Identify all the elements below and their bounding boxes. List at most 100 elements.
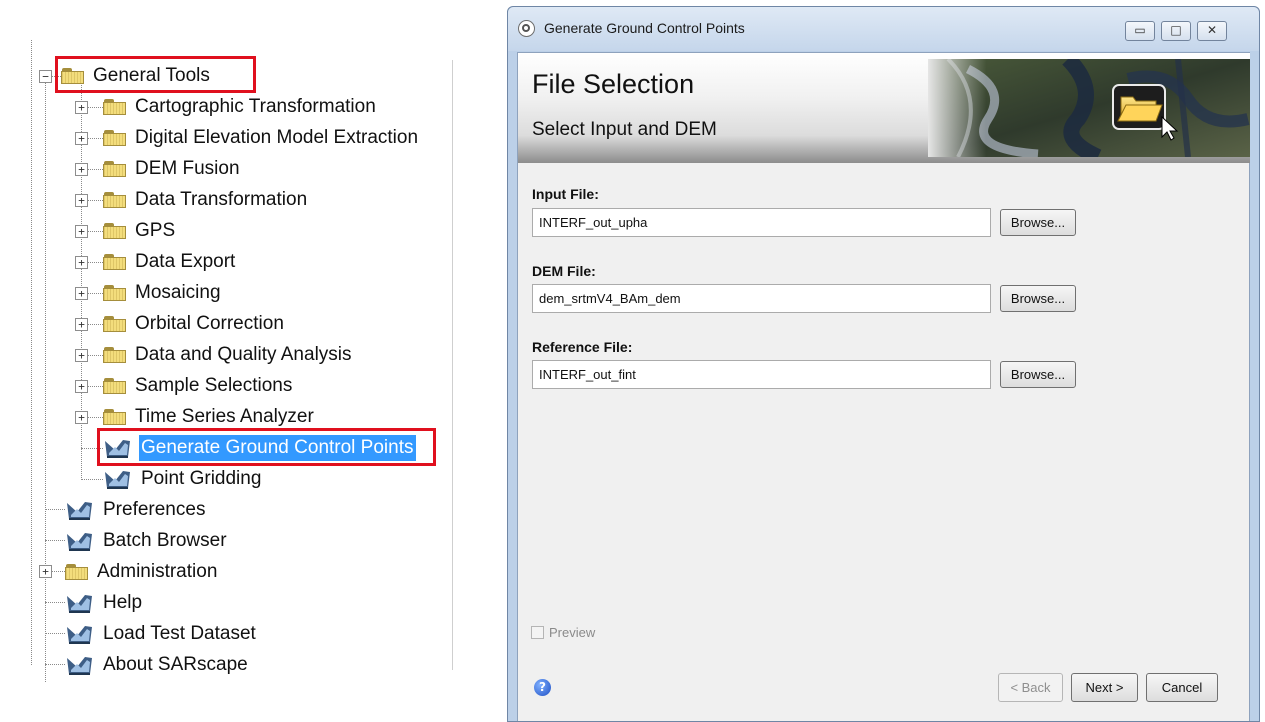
- input-file-label: Input File:: [532, 186, 599, 202]
- tool-icon: [67, 626, 92, 644]
- folder-icon: [103, 98, 127, 116]
- tree-item-label: Data Export: [135, 251, 236, 272]
- expand-toggle-administration[interactable]: +: [39, 565, 52, 578]
- tree-item-batch-browser[interactable]: Batch Browser: [65, 527, 229, 555]
- browse-reference-button[interactable]: Browse...: [1000, 361, 1076, 388]
- dem-file-field[interactable]: dem_srtmV4_BAm_dem: [532, 284, 991, 313]
- browse-dem-button[interactable]: Browse...: [1000, 285, 1076, 312]
- tree-connector: [45, 633, 65, 634]
- tool-icon: [67, 502, 92, 520]
- tree-item-mosaicing[interactable]: Mosaicing: [103, 279, 223, 307]
- folder-icon: [103, 315, 127, 333]
- expand-toggle-dem-fusion[interactable]: +: [75, 163, 88, 176]
- tree-item-gps[interactable]: GPS: [103, 217, 177, 245]
- tree-connector: [87, 138, 103, 139]
- tree-connector: [87, 324, 103, 325]
- tree-item-label: Administration: [97, 561, 218, 582]
- tree-connector: [87, 355, 103, 356]
- expand-toggle-dem-extraction[interactable]: +: [75, 132, 88, 145]
- maximize-button[interactable]: □: [1161, 21, 1191, 41]
- expand-toggle-gps[interactable]: +: [75, 225, 88, 238]
- folder-icon: [103, 160, 127, 178]
- folder-icon: [103, 346, 127, 364]
- expand-toggle-mosaicing[interactable]: +: [75, 287, 88, 300]
- next-button[interactable]: Next >: [1071, 673, 1138, 702]
- panel-divider: [452, 60, 453, 670]
- cancel-button[interactable]: Cancel: [1146, 673, 1218, 702]
- tree-item-dem-extraction[interactable]: Digital Elevation Model Extraction: [103, 124, 420, 152]
- tree-item-label: Preferences: [103, 499, 206, 520]
- tree-item-help[interactable]: Help: [65, 589, 144, 617]
- tool-icon: [105, 471, 130, 489]
- tree-item-label: Data Transformation: [135, 189, 308, 210]
- tree-item-about-sarscape[interactable]: About SARscape: [65, 651, 250, 679]
- expand-toggle-data-export[interactable]: +: [75, 256, 88, 269]
- preview-toggle[interactable]: Preview: [531, 625, 595, 640]
- tree-item-preferences[interactable]: Preferences: [65, 496, 207, 524]
- tree-item-time-series-analyzer[interactable]: Time Series Analyzer: [103, 403, 316, 431]
- tree-item-administration[interactable]: Administration: [65, 558, 219, 586]
- tree-item-data-export[interactable]: Data Export: [103, 248, 237, 276]
- title-bar: Generate Ground Control Points ▭ □ ✕: [508, 7, 1259, 51]
- expand-toggle-sample-selections[interactable]: +: [75, 380, 88, 393]
- folder-icon: [103, 408, 127, 426]
- tree-item-label: Batch Browser: [103, 530, 227, 551]
- tree-item-cartographic-transformation[interactable]: Cartographic Transformation: [103, 93, 378, 121]
- folder-icon: [103, 377, 127, 395]
- tree-connector: [87, 200, 103, 201]
- tree-connector: [87, 386, 103, 387]
- back-button[interactable]: < Back: [998, 673, 1063, 702]
- tree-item-data-transformation[interactable]: Data Transformation: [103, 186, 309, 214]
- folder-icon: [103, 253, 127, 271]
- folder-icon: [103, 284, 127, 302]
- collapse-toggle-general-tools[interactable]: −: [39, 70, 52, 83]
- tree-item-sample-selections[interactable]: Sample Selections: [103, 372, 294, 400]
- expand-toggle-data-transformation[interactable]: +: [75, 194, 88, 207]
- browse-input-button[interactable]: Browse...: [1000, 209, 1076, 236]
- highlight-box-generate-gcp: [97, 428, 436, 466]
- tree-item-dem-fusion[interactable]: DEM Fusion: [103, 155, 242, 183]
- tree-item-label: Data and Quality Analysis: [135, 344, 352, 365]
- preview-checkbox[interactable]: [531, 626, 544, 639]
- dem-file-label: DEM File:: [532, 263, 596, 279]
- window-title: Generate Ground Control Points: [544, 20, 745, 36]
- tree-connector: [87, 417, 103, 418]
- tree-item-label: Help: [103, 592, 143, 613]
- expand-toggle-time-series-analyzer[interactable]: +: [75, 411, 88, 424]
- tree-connector: [31, 40, 32, 665]
- tree-connector: [45, 664, 65, 665]
- minimize-button[interactable]: ▭: [1125, 21, 1155, 41]
- tree-connector: [87, 293, 103, 294]
- dialog-content: File Selection Select Input and DEM Inpu…: [517, 52, 1250, 721]
- tree-connector: [87, 262, 103, 263]
- tree-connector: [87, 169, 103, 170]
- reference-file-field[interactable]: INTERF_out_fint: [532, 360, 991, 389]
- tree-connector: [45, 82, 46, 682]
- tree-item-label: Mosaicing: [135, 282, 221, 303]
- tree-connector: [45, 602, 65, 603]
- tree-item-orbital-correction[interactable]: Orbital Correction: [103, 310, 286, 338]
- input-file-field[interactable]: INTERF_out_upha: [532, 208, 991, 237]
- tree-item-point-gridding[interactable]: Point Gridding: [103, 465, 263, 493]
- reference-file-label: Reference File:: [532, 339, 633, 355]
- tool-tree: − + + + + + + + + + + + + General Tools …: [0, 40, 460, 720]
- folder-icon: [103, 191, 127, 209]
- expand-toggle-orbital-correction[interactable]: +: [75, 318, 88, 331]
- expand-toggle-cartographic-transformation[interactable]: +: [75, 101, 88, 114]
- app-icon: [518, 20, 535, 37]
- tree-item-label: Sample Selections: [135, 375, 293, 396]
- tree-item-label: Point Gridding: [141, 468, 262, 489]
- banner-title: File Selection: [532, 69, 695, 99]
- banner-subtitle: Select Input and DEM: [532, 119, 717, 140]
- tree-item-load-test-dataset[interactable]: Load Test Dataset: [65, 620, 258, 648]
- expand-toggle-data-quality-analysis[interactable]: +: [75, 349, 88, 362]
- close-button[interactable]: ✕: [1197, 21, 1227, 41]
- tree-item-data-quality-analysis[interactable]: Data and Quality Analysis: [103, 341, 354, 369]
- tree-item-label: Orbital Correction: [135, 313, 284, 334]
- tree-item-label: DEM Fusion: [135, 158, 240, 179]
- folder-icon: [103, 129, 127, 147]
- tool-icon: [67, 533, 92, 551]
- tree-item-label: Digital Elevation Model Extraction: [135, 127, 419, 148]
- preview-label: Preview: [549, 625, 596, 640]
- help-icon[interactable]: ?: [534, 679, 551, 696]
